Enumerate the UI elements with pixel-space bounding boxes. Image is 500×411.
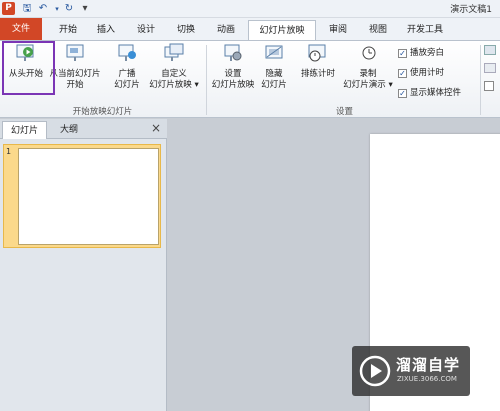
watermark: 溜溜自学 ZIXUE.3066.COM [352, 346, 470, 396]
rehearse-timings-button[interactable]: 排练计时 [296, 43, 340, 80]
watermark-logo-icon [359, 355, 391, 387]
watermark-name: 溜溜自学 [396, 356, 461, 374]
tab-home[interactable]: 开始 [50, 20, 86, 40]
record-label-2: 幻灯片演示 ▾ [343, 80, 393, 90]
customize-quick-access-icon[interactable]: ▾ [78, 1, 92, 17]
tab-slide-show[interactable]: 幻灯片放映 [248, 20, 316, 41]
tab-review[interactable]: 审阅 [320, 20, 356, 40]
hide-slide-icon [265, 45, 283, 59]
custom-slideshow-icon [164, 43, 184, 61]
play-narrations-checkbox[interactable]: ✓ 播放旁白 [398, 47, 444, 59]
tab-insert[interactable]: 插入 [88, 20, 124, 40]
show-media-controls-checkbox[interactable]: ✓ 显示媒体控件 [398, 87, 461, 99]
setup-label-1: 设置 [224, 69, 242, 79]
ribbon-tabs: 文件 开始 插入 设计 切换 动画 幻灯片放映 审阅 视图 开发工具 [0, 18, 500, 41]
checkbox-checked-icon[interactable]: ✓ [398, 89, 407, 98]
tab-developer[interactable]: 开发工具 [400, 20, 450, 40]
save-icon[interactable]: 🖫 [20, 1, 34, 17]
rehearse-timings-icon [308, 44, 326, 62]
checkbox-icon[interactable] [484, 81, 494, 91]
rehearse-label: 排练计时 [300, 69, 335, 79]
setup-slideshow-icon [224, 44, 242, 61]
setup-slideshow-button[interactable]: 设置 幻灯片放映 [210, 43, 256, 91]
dropdown-arrow-icon: ▾ [388, 80, 393, 90]
title-bar: P 🖫 ↶ ▾ ↻ ▾ 演示文稿1 [0, 0, 500, 18]
hide-slide-button[interactable]: 隐藏 幻灯片 [258, 43, 290, 91]
group-label-setup: 设置 [335, 107, 353, 117]
group-label-start-slideshow: 开始放映幻灯片 [72, 107, 133, 117]
tab-file[interactable]: 文件 [0, 18, 42, 40]
record-slideshow-icon [362, 46, 376, 60]
monitor-icon [484, 45, 496, 55]
slide-thumbnail-selected[interactable]: 1 [3, 144, 161, 248]
powerpoint-app-icon[interactable]: P [2, 2, 15, 15]
tab-animations[interactable]: 动画 [208, 20, 244, 40]
pane-tabs: 幻灯片 大纲 × [0, 119, 167, 139]
use-timings-checkbox[interactable]: ✓ 使用计时 [398, 67, 444, 79]
custom-label-1: 自定义 [161, 69, 187, 79]
watermark-url: ZIXUE.3066.COM [397, 375, 457, 383]
setup-label-2: 幻灯片放映 [211, 80, 255, 90]
tab-transitions[interactable]: 切换 [168, 20, 204, 40]
redo-icon[interactable]: ↻ [62, 1, 76, 17]
slides-pane: 幻灯片 大纲 × 1 [0, 119, 167, 411]
truncated-next-group [484, 43, 500, 91]
resolution-icon [484, 63, 496, 73]
undo-icon[interactable]: ↶ [36, 1, 50, 17]
tab-slides[interactable]: 幻灯片 [2, 121, 48, 139]
slide-number: 1 [6, 147, 12, 156]
tab-design[interactable]: 设计 [128, 20, 164, 40]
dropdown-arrow-icon: ▾ [194, 80, 199, 90]
checkbox-checked-icon[interactable]: ✓ [398, 69, 407, 78]
hide-label-1: 隐藏 [265, 69, 283, 79]
record-slideshow-button[interactable]: 录制 幻灯片演示 ▾ [340, 43, 396, 91]
window-title: 演示文稿1 [450, 5, 492, 15]
ribbon: 从头开始 从当前幻灯片 开始 广播 幻灯片 自定义 幻灯片放映 ▾ 开始放映幻灯… [0, 40, 500, 118]
broadcast-slideshow-button[interactable]: 广播 幻灯片 [110, 43, 144, 91]
checkbox-checked-icon[interactable]: ✓ [398, 49, 407, 58]
record-label-1: 录制 [359, 69, 377, 79]
close-pane-icon[interactable]: × [151, 121, 161, 135]
custom-label-2: 幻灯片放映 ▾ [149, 80, 199, 90]
custom-slideshow-button[interactable]: 自定义 幻灯片放映 ▾ [144, 43, 204, 91]
tab-view[interactable]: 视图 [360, 20, 396, 40]
broadcast-icon [118, 44, 136, 61]
play-from-current-icon [66, 44, 84, 61]
highlight-box [2, 41, 55, 95]
broadcast-label-2: 幻灯片 [114, 80, 140, 90]
group-divider [480, 45, 481, 115]
slide-thumbnail[interactable] [18, 148, 159, 245]
tab-outline[interactable]: 大纲 [52, 121, 86, 139]
broadcast-label-1: 广播 [118, 69, 136, 79]
hide-label-2: 幻灯片 [261, 80, 287, 90]
